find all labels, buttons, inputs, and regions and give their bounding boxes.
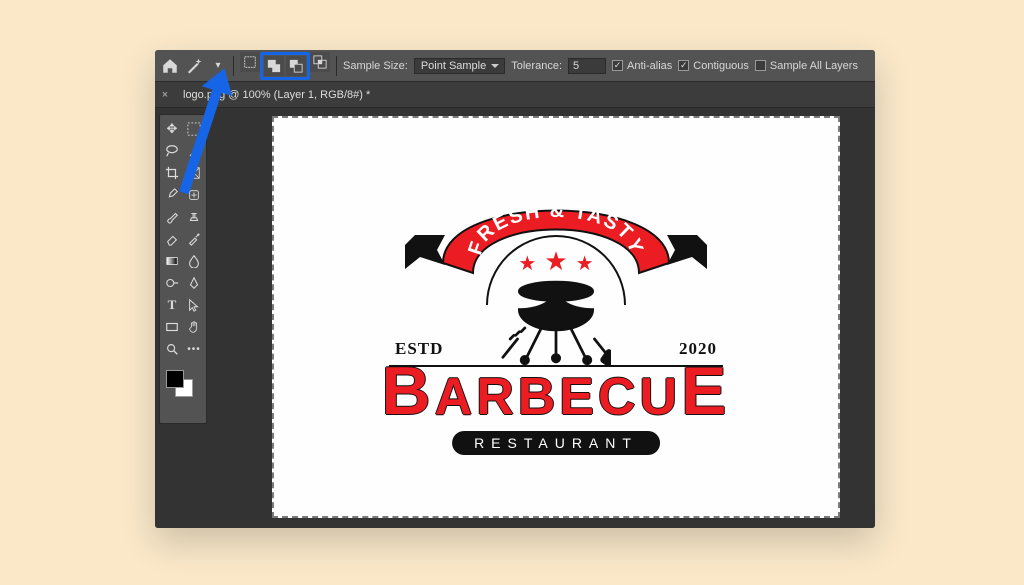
tolerance-label: Tolerance: (511, 60, 562, 72)
eraser-tool-icon[interactable] (163, 230, 181, 248)
clone-stamp-tool-icon[interactable] (185, 208, 203, 226)
history-brush-tool-icon[interactable] (185, 230, 203, 248)
marquee-tool-icon[interactable] (185, 120, 203, 138)
checkbox-icon (755, 60, 766, 71)
document-tab[interactable]: logo.png @ 100% (Layer 1, RGB/8#) * (175, 89, 378, 101)
magic-wand-tool-icon[interactable] (185, 142, 203, 160)
brush-tool-icon[interactable] (163, 208, 181, 226)
ribbon-tail-right (667, 235, 707, 269)
pen-tool-icon[interactable] (185, 274, 203, 292)
dodge-tool-icon[interactable] (163, 274, 181, 292)
checkbox-icon (678, 60, 689, 71)
restaurant-pill: RESTAURANT (452, 431, 660, 455)
contiguous-checkbox[interactable]: Contiguous (678, 60, 749, 72)
sample-all-label: Sample All Layers (770, 60, 858, 72)
magic-wand-tool-icon[interactable] (185, 57, 203, 75)
edit-toolbar-icon[interactable]: ••• (185, 340, 203, 358)
logo-artwork: FRESH & TASTY ★★★ (371, 167, 741, 467)
type-tool-icon[interactable]: T (163, 296, 181, 314)
crop-tool-icon[interactable] (163, 164, 181, 182)
selection-intersect-icon[interactable] (310, 52, 330, 72)
healing-brush-tool-icon[interactable] (185, 186, 203, 204)
workspace: ✥ (155, 108, 875, 528)
tutorial-highlight (260, 52, 310, 80)
selection-mode-group (240, 52, 330, 80)
sample-all-layers-checkbox[interactable]: Sample All Layers (755, 60, 858, 72)
frame-tool-icon[interactable] (185, 164, 203, 182)
photoshop-window: ▾ (155, 50, 875, 528)
tolerance-input[interactable]: 5 (568, 58, 606, 74)
contiguous-label: Contiguous (693, 60, 749, 72)
close-tab-icon[interactable]: × (155, 89, 175, 101)
hand-tool-icon[interactable] (185, 318, 203, 336)
home-icon[interactable] (161, 57, 179, 75)
zoom-tool-icon[interactable] (163, 340, 181, 358)
grill-icon (501, 273, 611, 365)
eyedropper-tool-icon[interactable] (163, 186, 181, 204)
selection-new-icon[interactable] (240, 52, 260, 72)
tools-panel: ✥ (159, 114, 207, 424)
selection-subtract-icon[interactable] (286, 56, 306, 76)
rectangle-tool-icon[interactable] (163, 318, 181, 336)
sample-size-dropdown[interactable]: Point Sample (414, 58, 505, 74)
anti-alias-checkbox[interactable]: Anti-alias (612, 60, 672, 72)
document-canvas[interactable]: FRESH & TASTY ★★★ (272, 116, 840, 518)
blur-tool-icon[interactable] (185, 252, 203, 270)
checkbox-icon (612, 60, 623, 71)
lasso-tool-icon[interactable] (163, 142, 181, 160)
ribbon-tail-left (405, 235, 445, 269)
anti-alias-label: Anti-alias (627, 60, 672, 72)
color-swatches[interactable] (163, 368, 203, 400)
foreground-color-swatch[interactable] (166, 370, 184, 388)
canvas-area: FRESH & TASTY ★★★ (207, 108, 875, 528)
sample-size-label: Sample Size: (343, 60, 408, 72)
move-tool-icon[interactable]: ✥ (163, 120, 181, 138)
document-tab-bar: × logo.png @ 100% (Layer 1, RGB/8#) * (155, 82, 875, 108)
gradient-tool-icon[interactable] (163, 252, 181, 270)
path-selection-tool-icon[interactable] (185, 296, 203, 314)
main-logo-text: BARBECUE (382, 367, 731, 427)
chevron-down-icon[interactable]: ▾ (209, 57, 227, 75)
selection-add-icon[interactable] (264, 56, 284, 76)
options-bar: ▾ (155, 50, 875, 82)
